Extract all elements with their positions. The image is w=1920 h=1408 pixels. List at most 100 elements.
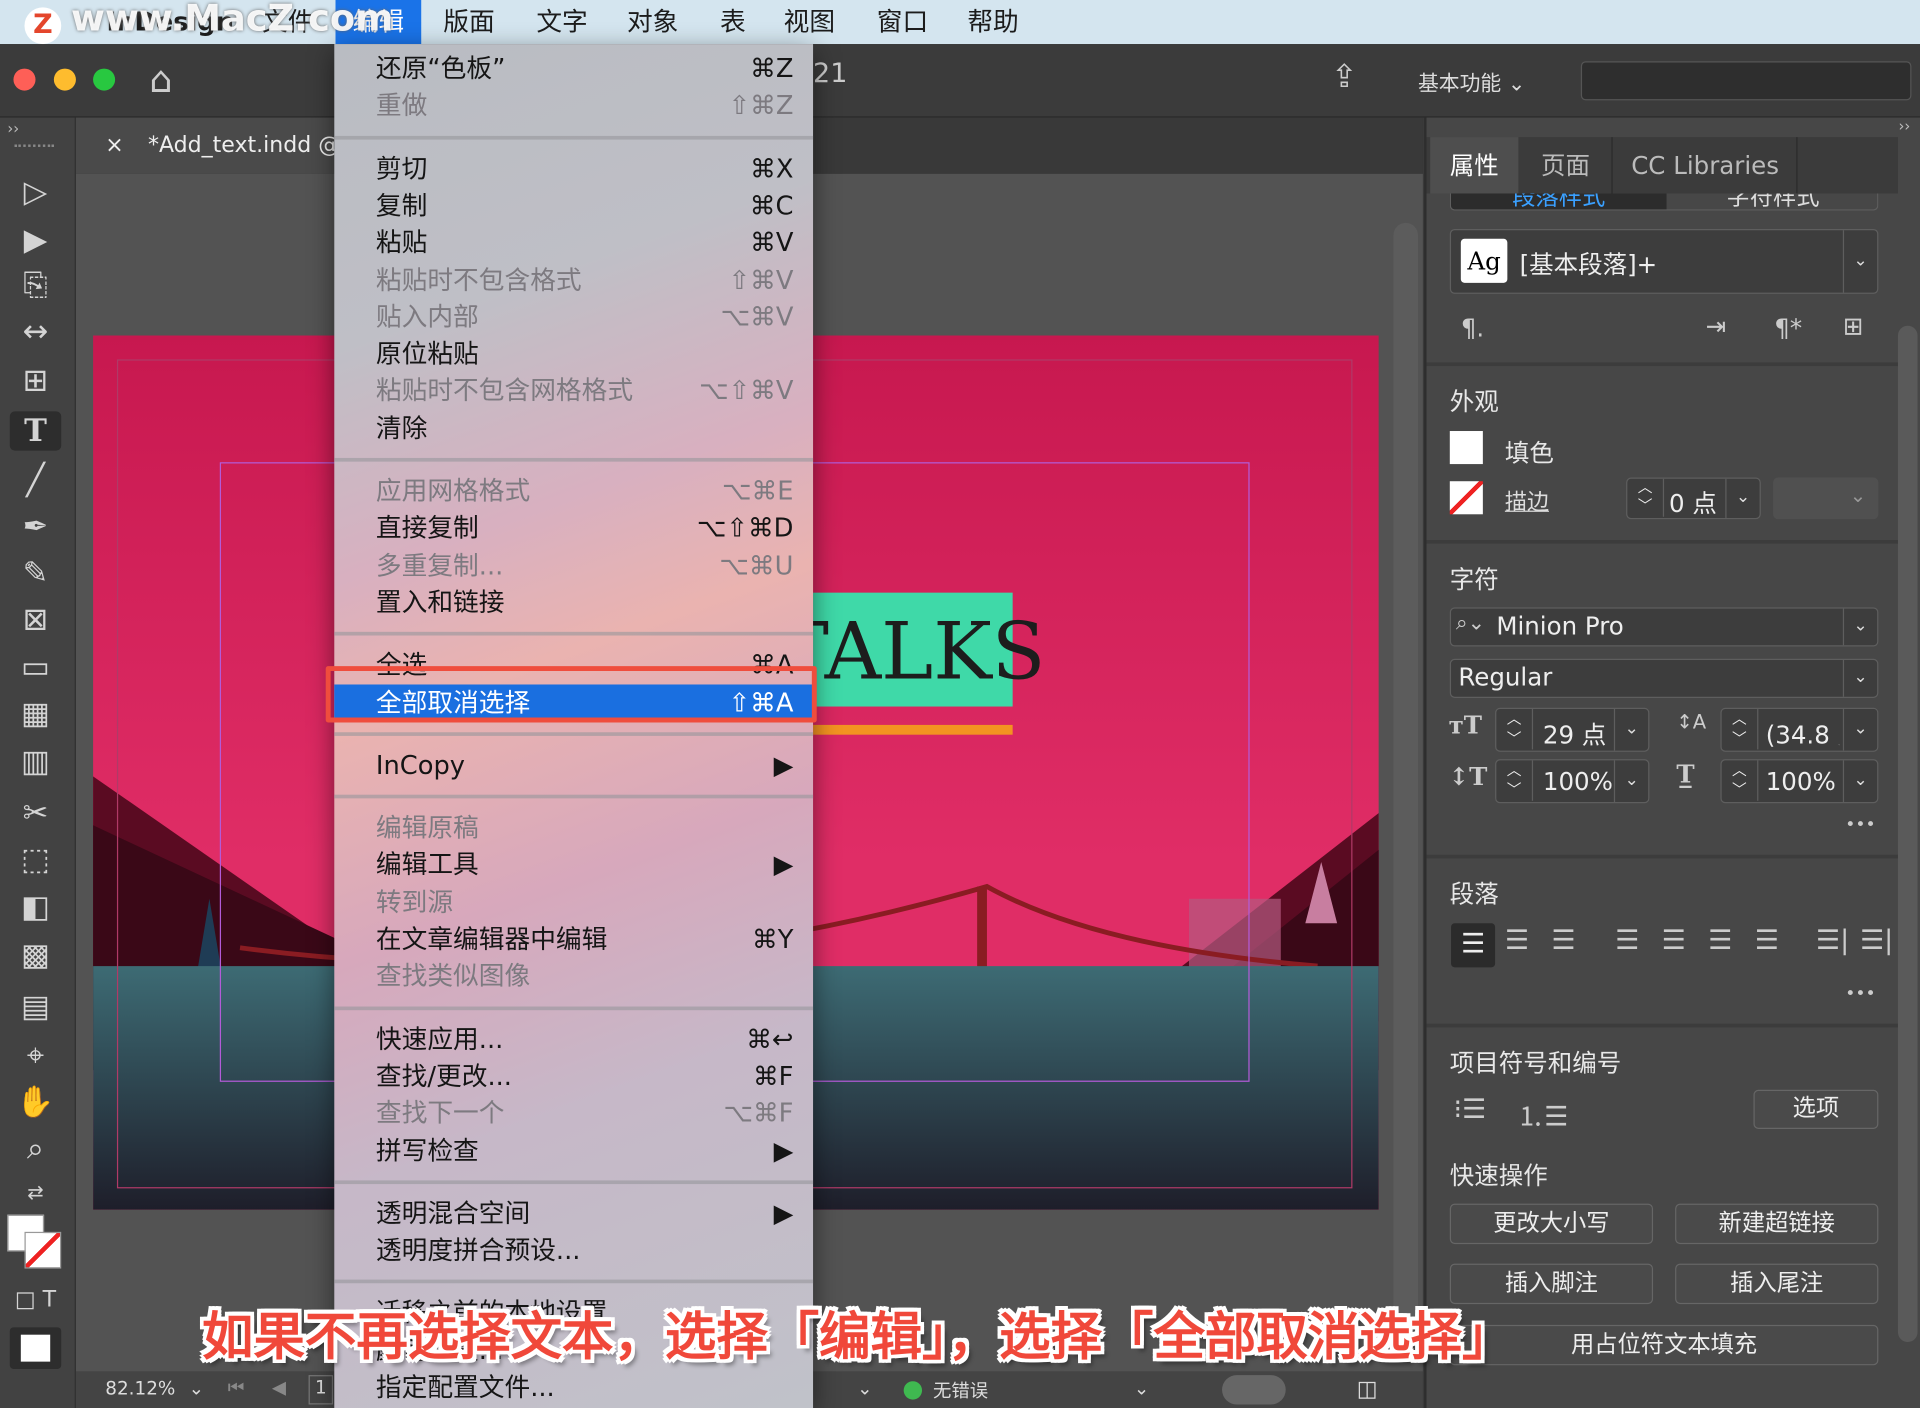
font-style-dropdown[interactable]: Regular ⌄ bbox=[1449, 658, 1879, 698]
selection-tool-icon[interactable]: ▷ bbox=[10, 173, 61, 212]
share-icon[interactable]: ⇪ bbox=[1331, 59, 1358, 96]
home-icon[interactable]: ⌂ bbox=[149, 59, 172, 102]
scissors-tool-icon[interactable]: ✂ bbox=[10, 793, 61, 832]
page-number-field[interactable]: 1 bbox=[308, 1375, 334, 1405]
justify-right-button[interactable]: ☰ bbox=[1708, 926, 1732, 957]
stepper-arrows-icon[interactable]: ︿ ﹀ bbox=[1722, 708, 1759, 750]
align-left-button[interactable]: ☰ bbox=[1451, 923, 1496, 968]
insert-endnote-button[interactable]: 插入尾注 bbox=[1675, 1263, 1879, 1305]
new-hyperlink-button[interactable]: 新建超链接 bbox=[1675, 1203, 1879, 1245]
document-tab[interactable]: × *Add_text.indd @ 8 bbox=[75, 117, 335, 174]
font-size-stepper[interactable]: ︿ ﹀ 29 点 ⌄ bbox=[1495, 707, 1650, 752]
note-tool-icon[interactable]: ▤ bbox=[10, 987, 61, 1026]
change-case-button[interactable]: 更改大小写 bbox=[1449, 1203, 1654, 1245]
menu-item[interactable]: 还原“色板” ⌘Z bbox=[334, 50, 813, 87]
justify-center-button[interactable]: ☰ bbox=[1662, 926, 1686, 957]
fill-placeholder-text-button[interactable]: 用占位符文本填充 bbox=[1449, 1324, 1879, 1366]
grid-tool-icon[interactable]: ▥ bbox=[10, 742, 61, 781]
gap-tool-icon[interactable]: ↔ bbox=[10, 312, 61, 351]
menu-item[interactable]: 指定配置文件... bbox=[334, 1369, 813, 1406]
align-away-spine-button[interactable]: ☰| bbox=[1860, 926, 1893, 957]
menu-item[interactable]: 剪切 ⌘X bbox=[334, 150, 813, 187]
stroke-type-dropdown[interactable]: ⌄ bbox=[1773, 477, 1879, 520]
align-toward-spine-button[interactable]: ☰| bbox=[1816, 926, 1849, 957]
collapse-panel-icon[interactable]: ›› bbox=[1898, 118, 1910, 135]
stepper-arrows-icon[interactable]: ︿ ﹀ bbox=[1496, 760, 1534, 801]
pilcrow-icon[interactable]: ¶. bbox=[1461, 313, 1484, 342]
chevron-down-icon[interactable]: ⌄ bbox=[1842, 608, 1877, 646]
font-family-dropdown[interactable]: ⌕⌄ Minion Pro ⌄ bbox=[1449, 607, 1879, 647]
chevron-down-icon[interactable]: ⌄ bbox=[1725, 478, 1759, 518]
bulleted-list-icon[interactable]: ⁝☰ bbox=[1453, 1095, 1486, 1126]
menu-item[interactable]: 查找/更改... ⌘F bbox=[334, 1058, 813, 1095]
stroke-swatch[interactable] bbox=[24, 1231, 62, 1269]
table-tool-icon[interactable]: ▦ bbox=[10, 694, 61, 733]
tab-cc-libraries[interactable]: CC Libraries bbox=[1614, 137, 1798, 194]
pencil-tool-icon[interactable]: ✎ bbox=[10, 553, 61, 592]
new-style-icon[interactable]: ⊞ bbox=[1843, 311, 1864, 340]
zoom-chevron-icon[interactable]: ⌄ bbox=[189, 1378, 204, 1400]
content-collector-icon[interactable]: ⊞ bbox=[10, 361, 61, 400]
menu-item[interactable]: 拼写检查 ▶ bbox=[334, 1132, 813, 1169]
tab-pages[interactable]: 页面 bbox=[1520, 137, 1613, 194]
bullets-options-button[interactable]: 选项 bbox=[1753, 1089, 1879, 1129]
chevron-down-icon[interactable]: ⌄ bbox=[1842, 708, 1878, 751]
justify-all-button[interactable]: ☰ bbox=[1755, 926, 1779, 957]
horizontal-scroll-thumb[interactable] bbox=[1222, 1375, 1286, 1405]
zoom-level[interactable]: 82.12% bbox=[105, 1378, 175, 1400]
close-tab-icon[interactable]: × bbox=[105, 132, 123, 158]
zoom-window-button[interactable] bbox=[93, 68, 116, 91]
justify-left-button[interactable]: ☰ bbox=[1615, 926, 1639, 957]
menu-help[interactable]: 帮助 bbox=[967, 5, 1018, 39]
stepper-arrows-icon[interactable]: ︿ ﹀ bbox=[1722, 760, 1759, 801]
preflight-menu-chevron-icon[interactable]: ⌄ bbox=[1134, 1378, 1149, 1400]
subtab-paragraph-styles[interactable]: 段落样式 bbox=[1451, 193, 1667, 210]
menu-item[interactable]: 在文章编辑器中编辑 ⌘Y bbox=[334, 921, 813, 958]
workspace-switcher[interactable]: 基本功能 ⌄ bbox=[1418, 66, 1525, 96]
preflight-chevron-icon[interactable]: ⌄ bbox=[857, 1378, 872, 1400]
swap-fill-stroke-icon[interactable]: ⇄ bbox=[10, 1173, 61, 1212]
leading-stepper[interactable]: ︿﹀ (34.8 点 ⌄ bbox=[1720, 707, 1879, 752]
chevron-down-icon[interactable]: ⌄ bbox=[1842, 760, 1877, 803]
minimize-window-button[interactable] bbox=[53, 68, 76, 91]
zoom-tool-icon[interactable]: ⌕ bbox=[10, 1129, 61, 1168]
menu-type[interactable]: 文字 bbox=[536, 5, 587, 39]
line-tool-icon[interactable]: ╱ bbox=[10, 460, 61, 499]
formatting-affects-text-icon[interactable]: □ T bbox=[10, 1281, 61, 1320]
align-right-button[interactable]: ☰ bbox=[1551, 926, 1575, 957]
preflight-status[interactable]: 无错误 bbox=[933, 1378, 988, 1404]
subtab-character-styles[interactable]: 字符样式 bbox=[1667, 193, 1878, 209]
menu-layout[interactable]: 版面 bbox=[443, 5, 494, 39]
gradient-swatch-tool-icon[interactable]: ◧ bbox=[10, 888, 61, 927]
clear-overrides-icon[interactable]: ¶* bbox=[1774, 313, 1802, 342]
menu-item[interactable]: 复制 ⌘C bbox=[334, 187, 813, 224]
stroke-swatch[interactable] bbox=[1449, 481, 1483, 515]
eyedropper-tool-icon[interactable]: ⌖ bbox=[10, 1036, 61, 1075]
vertical-scale-stepper[interactable]: ︿ ﹀ 100% ⌄ bbox=[1495, 759, 1650, 804]
menu-item[interactable]: 清除 bbox=[334, 410, 813, 447]
grip-handle[interactable] bbox=[14, 144, 54, 149]
menu-object[interactable]: 对象 bbox=[627, 5, 678, 39]
menu-item[interactable]: 透明度拼合预设... bbox=[334, 1232, 813, 1269]
menu-item[interactable]: 直接复制 ⌥⇧⌘D bbox=[334, 510, 813, 547]
free-transform-tool-icon[interactable]: ⬚ bbox=[10, 840, 61, 879]
paragraph-style-dropdown[interactable]: Ag [基本段落]+ ⌄ bbox=[1449, 228, 1879, 294]
menu-item[interactable]: 透明混合空间 ▶ bbox=[334, 1195, 813, 1232]
page-tool-icon[interactable]: ⎘ bbox=[10, 266, 61, 305]
numbered-list-icon[interactable]: ⒈☰ bbox=[1517, 1095, 1568, 1134]
split-view-icon[interactable]: ◫ bbox=[1357, 1376, 1378, 1402]
expand-icon[interactable]: ›› bbox=[7, 120, 19, 137]
menu-window[interactable]: 窗口 bbox=[877, 5, 928, 39]
fill-swatch[interactable] bbox=[1449, 431, 1483, 465]
align-center-button[interactable]: ☰ bbox=[1505, 926, 1529, 957]
gradient-feather-tool-icon[interactable]: ▩ bbox=[10, 936, 61, 975]
rectangle-tool-icon[interactable]: ▭ bbox=[10, 648, 61, 687]
apply-style-icon[interactable]: ⇥ bbox=[1706, 311, 1727, 340]
stroke-label[interactable]: 描边 bbox=[1505, 485, 1549, 517]
first-page-icon[interactable]: ⏮ bbox=[228, 1376, 245, 1398]
type-tool-icon[interactable]: T bbox=[9, 411, 62, 451]
menu-item[interactable]: 快速应用... ⌘↩ bbox=[334, 1021, 813, 1058]
rectangle-frame-tool-icon[interactable]: ⊠ bbox=[10, 600, 61, 639]
stepper-arrows-icon[interactable]: ︿ ﹀ bbox=[1496, 708, 1534, 750]
stroke-weight-stepper[interactable]: ︿ ﹀ 0 点 ⌄ bbox=[1626, 477, 1761, 520]
